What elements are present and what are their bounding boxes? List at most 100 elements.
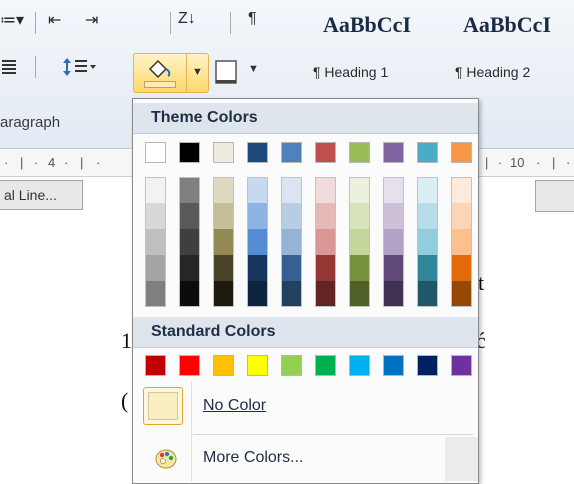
- style-preview-heading-2[interactable]: AaBbCcI: [463, 12, 551, 38]
- theme-tint-swatch[interactable]: [145, 177, 166, 203]
- theme-tint-swatch[interactable]: [281, 281, 302, 307]
- ruler-mark: ·: [96, 155, 101, 170]
- theme-tint-swatch[interactable]: [179, 203, 200, 229]
- theme-tint-swatch[interactable]: [383, 203, 404, 229]
- justify-icon[interactable]: [2, 58, 18, 81]
- theme-tint-swatch[interactable]: [383, 177, 404, 203]
- theme-tint-swatch[interactable]: [451, 203, 472, 229]
- decrease-indent-icon[interactable]: ⇤: [48, 10, 61, 30]
- ruler-mark: ·: [4, 155, 9, 170]
- style-preview-heading-1[interactable]: AaBbCcI: [323, 12, 411, 38]
- theme-color-swatch[interactable]: [145, 142, 166, 163]
- no-color-text: No Color: [203, 397, 267, 414]
- theme-tint-swatch[interactable]: [417, 255, 438, 281]
- theme-tint-swatch[interactable]: [383, 281, 404, 307]
- theme-tint-swatch[interactable]: [315, 281, 336, 307]
- theme-color-swatch[interactable]: [179, 142, 200, 163]
- line-spacing-icon[interactable]: [62, 56, 98, 83]
- shading-button[interactable]: ▼: [133, 53, 209, 93]
- standard-color-swatch[interactable]: [417, 355, 438, 376]
- theme-tint-swatch[interactable]: [145, 281, 166, 307]
- style-label-heading-2: ¶ Heading 2: [455, 64, 531, 80]
- theme-tint-swatch[interactable]: [417, 203, 438, 229]
- standard-color-swatch[interactable]: [179, 355, 200, 376]
- chevron-down-icon[interactable]: ▼: [248, 63, 259, 75]
- theme-tint-swatch[interactable]: [281, 177, 302, 203]
- standard-color-swatch[interactable]: [315, 355, 336, 376]
- theme-tint-swatch[interactable]: [315, 229, 336, 255]
- theme-color-swatch[interactable]: [417, 142, 438, 163]
- border-icon[interactable]: [212, 58, 242, 86]
- theme-tint-swatch[interactable]: [179, 177, 200, 203]
- no-color-label: No Color: [203, 397, 266, 415]
- sort-icon[interactable]: Z↓: [178, 10, 196, 28]
- theme-color-swatch[interactable]: [383, 142, 404, 163]
- standard-color-swatch[interactable]: [145, 355, 166, 376]
- theme-tint-swatch[interactable]: [247, 177, 268, 203]
- theme-tint-swatch[interactable]: [179, 255, 200, 281]
- standard-color-swatch[interactable]: [451, 355, 472, 376]
- standard-color-swatch[interactable]: [281, 355, 302, 376]
- ruler-mark: ·: [536, 155, 541, 170]
- theme-tint-swatch[interactable]: [213, 281, 234, 307]
- theme-color-swatch[interactable]: [349, 142, 370, 163]
- theme-tint-swatch[interactable]: [383, 255, 404, 281]
- theme-tint-swatch[interactable]: [349, 229, 370, 255]
- theme-tint-swatch[interactable]: [315, 177, 336, 203]
- theme-color-swatch[interactable]: [213, 142, 234, 163]
- theme-color-swatch[interactable]: [451, 142, 472, 163]
- theme-tint-swatch[interactable]: [145, 203, 166, 229]
- theme-tint-swatch[interactable]: [281, 255, 302, 281]
- theme-tint-swatch[interactable]: [247, 281, 268, 307]
- theme-tint-swatch[interactable]: [145, 229, 166, 255]
- theme-tint-swatch[interactable]: [349, 281, 370, 307]
- standard-color-swatch[interactable]: [213, 355, 234, 376]
- theme-tint-swatch[interactable]: [383, 229, 404, 255]
- multilevel-list-icon[interactable]: ≔▾: [0, 10, 24, 30]
- standard-color-swatch[interactable]: [383, 355, 404, 376]
- theme-tint-swatch[interactable]: [281, 229, 302, 255]
- chevron-down-icon[interactable]: ▼: [192, 66, 203, 78]
- line-numbers-button[interactable]: al Line...: [0, 180, 83, 210]
- increase-indent-icon[interactable]: ⇥: [85, 10, 98, 30]
- theme-tint-swatch[interactable]: [349, 177, 370, 203]
- theme-tint-swatch[interactable]: [417, 177, 438, 203]
- theme-tint-swatch[interactable]: [247, 229, 268, 255]
- theme-tint-swatch[interactable]: [417, 281, 438, 307]
- theme-colors-header: Theme Colors: [133, 103, 478, 134]
- theme-tint-swatch[interactable]: [451, 255, 472, 281]
- theme-tint-swatch[interactable]: [145, 255, 166, 281]
- theme-tint-swatch[interactable]: [451, 281, 472, 307]
- theme-tint-swatch[interactable]: [179, 229, 200, 255]
- theme-tint-swatch[interactable]: [349, 203, 370, 229]
- shading-main[interactable]: [134, 54, 187, 92]
- theme-tint-swatch[interactable]: [451, 229, 472, 255]
- document-control[interactable]: [535, 180, 574, 212]
- theme-tint-swatch[interactable]: [213, 229, 234, 255]
- ruler-mark: ·: [566, 155, 571, 170]
- theme-tint-swatch[interactable]: [315, 203, 336, 229]
- theme-tint-swatch[interactable]: [315, 255, 336, 281]
- theme-tint-swatch[interactable]: [247, 255, 268, 281]
- theme-tint-swatch[interactable]: [281, 203, 302, 229]
- theme-tint-swatch[interactable]: [417, 229, 438, 255]
- theme-color-swatch[interactable]: [281, 142, 302, 163]
- standard-color-swatch[interactable]: [349, 355, 370, 376]
- theme-color-swatch[interactable]: [247, 142, 268, 163]
- theme-color-swatch[interactable]: [315, 142, 336, 163]
- show-formatting-icon[interactable]: ¶: [248, 10, 257, 28]
- document-text: 1: [121, 328, 132, 353]
- separator: [35, 12, 36, 34]
- ruler-mark: |: [80, 155, 84, 170]
- theme-tint-swatch[interactable]: [213, 255, 234, 281]
- standard-color-swatch[interactable]: [247, 355, 268, 376]
- theme-tint-swatch[interactable]: [451, 177, 472, 203]
- theme-tint-swatch[interactable]: [179, 281, 200, 307]
- theme-tint-swatch[interactable]: [349, 255, 370, 281]
- document-text: (: [121, 388, 129, 413]
- theme-tint-swatch[interactable]: [247, 203, 268, 229]
- more-colors-item[interactable]: More Colors...: [133, 437, 478, 481]
- theme-tint-swatch[interactable]: [213, 203, 234, 229]
- theme-tint-swatch[interactable]: [213, 177, 234, 203]
- no-color-item[interactable]: No Color: [133, 381, 478, 431]
